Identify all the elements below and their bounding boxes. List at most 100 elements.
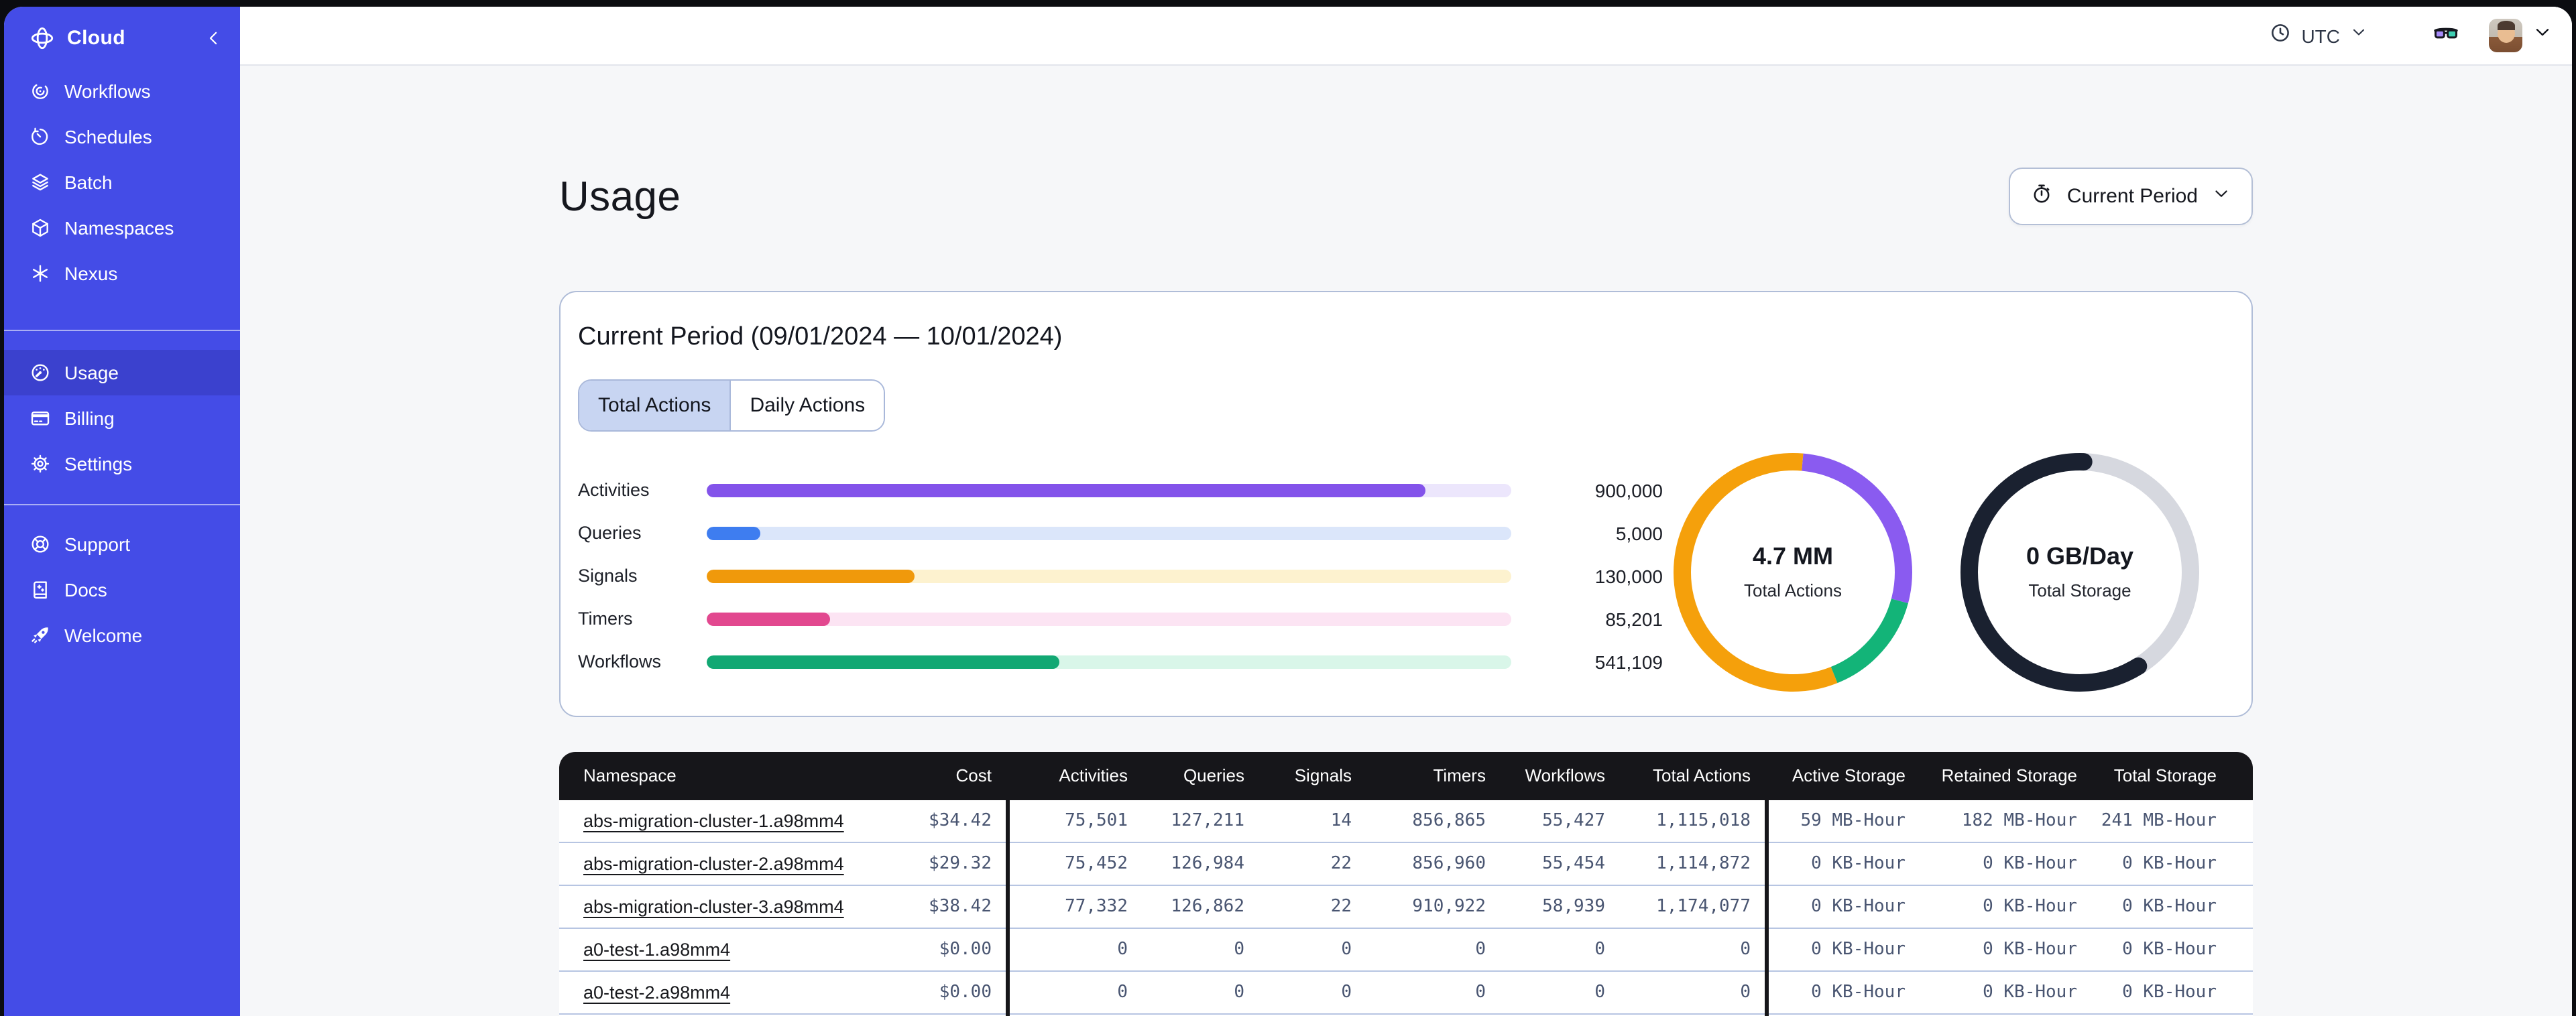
cell-cost: $34.42 xyxy=(929,810,992,831)
tab-total-actions[interactable]: Total Actions xyxy=(579,380,730,430)
sidebar-item-billing[interactable]: Billing xyxy=(4,395,240,441)
bar-row-workflows: Workflows 541,109 xyxy=(578,651,1663,672)
cell-total_actions: 0 xyxy=(1619,970,1766,1014)
donut-total-storage: 0 GB/Day Total Storage xyxy=(1960,452,2199,692)
glasses-button[interactable] xyxy=(2430,19,2462,52)
cell-workflows: 58,939 xyxy=(1499,884,1619,928)
table-header-row: Namespace Cost Activities Queries Signals Tim… xyxy=(559,751,2253,800)
namespace-usage-table-wrap: Namespace Cost Activities Queries Signals Tim… xyxy=(559,751,2253,1016)
avatar-image xyxy=(2489,19,2522,52)
user-menu-button[interactable] xyxy=(2532,21,2553,50)
cell-signals: 22 xyxy=(1258,884,1365,928)
cell-total_actions: 1,174,077 xyxy=(1619,884,1766,928)
namespace-link[interactable]: a0-test-2.a98mm4 xyxy=(583,982,730,1002)
sidebar-item-docs[interactable]: Docs xyxy=(4,567,240,613)
sidebar-item-namespaces[interactable]: Namespaces xyxy=(4,205,240,251)
bar-row-signals: Signals 130,000 xyxy=(578,565,1663,586)
period-button-label: Current Period xyxy=(2066,185,2198,208)
cell-workflows: 1 xyxy=(1499,1013,1619,1016)
clock-icon xyxy=(2269,21,2292,50)
table-row: bk-worker-test.a98mm4$0.000000110 KB-Hou… xyxy=(559,1013,2253,1016)
namespace-link[interactable]: abs-migration-cluster-3.a98mm4 xyxy=(583,896,844,916)
bar-fill xyxy=(707,483,1425,497)
bar-fill xyxy=(707,612,830,626)
sidebar-item-label: Docs xyxy=(64,579,107,600)
sidebar-item-settings[interactable]: Settings xyxy=(4,441,240,487)
sidebar-item-usage[interactable]: Usage xyxy=(4,350,240,395)
bar-label: Activities xyxy=(578,480,650,501)
column-header-cost: Cost xyxy=(870,751,1007,800)
sidebar-item-label: Workflows xyxy=(64,80,151,102)
bar-row-timers: Timers 85,201 xyxy=(578,608,1663,629)
donut-value: 4.7 MM xyxy=(1752,543,1833,570)
timezone-selector[interactable]: UTC xyxy=(2269,21,2368,50)
cell-timers: 856,960 xyxy=(1365,841,1499,885)
cell-activities: 75,452 xyxy=(1005,841,1141,885)
column-header-total_storage: Total Storage xyxy=(2091,751,2253,800)
bar-value: 130,000 xyxy=(1594,565,1663,587)
cell-signals: 0 xyxy=(1258,1013,1365,1016)
cell-workflows: 0 xyxy=(1499,970,1619,1014)
sidebar-item-welcome[interactable]: Welcome xyxy=(4,613,240,658)
cell-cost: $29.32 xyxy=(870,841,1007,885)
cell-retained_storage: 0 KB-Hour xyxy=(1919,841,2091,885)
cell-active_storage: 0 KB-Hour xyxy=(1764,841,1919,885)
card-title: Current Period (09/01/2024 — 10/01/2024) xyxy=(578,322,1063,351)
bar-label: Signals xyxy=(578,566,638,586)
cell-activities: 0 xyxy=(1005,927,1141,971)
sidebar-item-support[interactable]: Support xyxy=(4,521,240,567)
cell-signals: 14 xyxy=(1330,810,1352,831)
content-scroll-area[interactable]: Usage Current Period Current Period (09/… xyxy=(240,66,2572,1016)
bar-fill xyxy=(707,655,1060,669)
bar-track xyxy=(707,569,1511,583)
bar-fill xyxy=(707,569,915,583)
column-header-queries: Queries xyxy=(1141,751,1258,800)
cell-timers: 856,865 xyxy=(1412,810,1486,831)
table-row: a0-test-1.a98mm4 $0.00 0 0 0 0 0 0 0 KB-Hour 0 KB… xyxy=(559,927,2253,971)
donut-label: Total Actions xyxy=(1744,580,1842,601)
cell-cost: $0.00 xyxy=(870,970,1007,1014)
cell-active_storage: 0 KB-Hour xyxy=(1764,970,1919,1014)
tab-daily-actions[interactable]: Daily Actions xyxy=(729,380,884,430)
chart-area: Activities 900,000 Queries 5,000 Signals 130,… xyxy=(578,452,2234,692)
sidebar-item-batch[interactable]: Batch xyxy=(4,160,240,205)
bar-value: 5,000 xyxy=(1615,522,1663,544)
sidebar-item-nexus[interactable]: Nexus xyxy=(4,251,240,296)
cell-workflows: 55,454 xyxy=(1499,841,1619,885)
namespace-link[interactable]: abs-migration-cluster-2.a98mm4 xyxy=(583,853,844,873)
sidebar-divider xyxy=(4,330,240,331)
chevron-down-icon xyxy=(2532,21,2553,50)
cell-retained_storage: 0 KB-Hour xyxy=(1919,927,2091,971)
period-selector-button[interactable]: Current Period xyxy=(2009,168,2253,226)
table-row: a0-test-2.a98mm4 $0.00 0 0 0 0 0 0 0 KB-Hour 0 KB… xyxy=(559,970,2253,1014)
welcome-rocket-icon xyxy=(30,625,51,646)
sidebar-collapse-button[interactable] xyxy=(204,27,224,48)
sidebar-item-workflows[interactable]: Workflows xyxy=(4,68,240,114)
sidebar: Cloud Workflows Schedules Batch Namespaces N… xyxy=(4,7,240,1016)
sidebar-item-label: Billing xyxy=(64,407,115,429)
user-avatar[interactable] xyxy=(2489,19,2522,52)
cell-total_storage: 0 KB-Hour xyxy=(2091,884,2253,928)
temporal-logo-icon xyxy=(30,25,55,50)
sidebar-item-label: Support xyxy=(64,533,131,555)
bar-row-activities: Activities 900,000 xyxy=(578,479,1663,501)
cell-cost: $0.00 xyxy=(870,927,1007,971)
namespace-link[interactable]: a0-test-1.a98mm4 xyxy=(583,939,730,959)
page-title: Usage xyxy=(559,172,681,220)
sidebar-divider xyxy=(4,504,240,505)
title-row: Usage Current Period xyxy=(559,145,2253,249)
donut-charts: 4.7 MM Total Actions 0 GB/Day Total Storage xyxy=(1674,452,2199,692)
cell-signals: 0 xyxy=(1258,927,1365,971)
chevron-down-icon xyxy=(2349,23,2368,48)
bar-value: 85,201 xyxy=(1605,608,1663,630)
cell-namespace: abs-migration-cluster-2.a98mm4 xyxy=(559,841,870,885)
namespace-link[interactable]: abs-migration-cluster-1.a98mm4 xyxy=(583,810,844,830)
usage-gauge-icon xyxy=(30,362,51,383)
table-row: abs-migration-cluster-3.a98mm4 $38.42 77,3… xyxy=(559,884,2253,928)
cell-namespace: abs-migration-cluster-3.a98mm4 xyxy=(559,884,870,928)
sidebar-item-schedules[interactable]: Schedules xyxy=(4,114,240,160)
donut-total-actions: 4.7 MM Total Actions xyxy=(1674,452,1912,692)
sidebar-item-label: Batch xyxy=(64,172,113,193)
cell-active_storage: 59 MB-Hour xyxy=(1764,800,1919,842)
batch-icon xyxy=(30,172,51,193)
